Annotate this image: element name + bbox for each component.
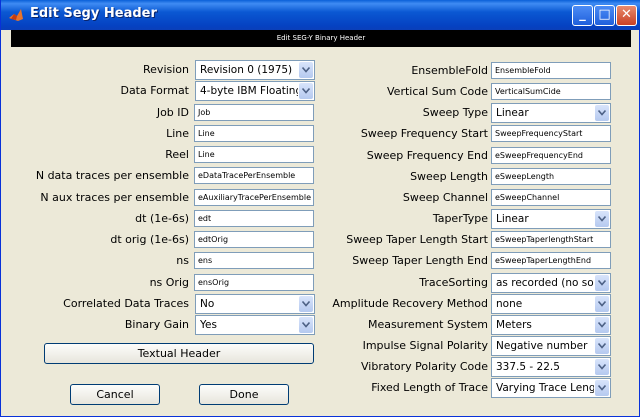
- minimize-button[interactable]: _: [572, 5, 593, 26]
- sweep-type-label: Sweep Type: [422, 106, 488, 120]
- sweep-frequency-start-label: Sweep Frequency Start: [360, 127, 488, 141]
- fixed-length-of-trace-popup[interactable]: Varying Trace Length: [491, 378, 611, 399]
- sweep-channel-field[interactable]: eSweepChannel: [491, 188, 611, 206]
- measurement-system-popup[interactable]: Meters: [491, 314, 611, 335]
- measurement-system-selected-value: Meters: [496, 318, 532, 331]
- binary-gain-label: Binary Gain: [124, 318, 189, 331]
- n-aux-traces-per-ensemble-label: N aux traces per ensemble: [40, 190, 189, 204]
- correlated-data-traces-label: Correlated Data Traces: [63, 296, 189, 310]
- tapertype-popup[interactable]: Linear: [491, 209, 611, 230]
- fixed-length-of-trace-label: Fixed Length of Trace: [371, 381, 488, 395]
- n-data-traces-per-ensemble-label: N data traces per ensemble: [35, 169, 189, 183]
- job-id-label: Job ID: [156, 105, 189, 119]
- sweep-taper-length-end-label: Sweep Taper Length End: [352, 254, 488, 268]
- chevron-down-icon[interactable]: [595, 316, 609, 333]
- cancel-button[interactable]: Cancel: [70, 384, 160, 405]
- chevron-down-icon[interactable]: [595, 211, 609, 228]
- chevron-down-icon[interactable]: [595, 274, 609, 291]
- tapertype-selected-value: Linear: [496, 213, 529, 226]
- sweep-frequency-end-label: Sweep Frequency End: [366, 148, 488, 162]
- amplitude-recovery-method-label: Amplitude Recovery Method: [332, 296, 488, 310]
- ns-orig-label: ns Orig: [149, 275, 189, 289]
- matlab-icon: [9, 9, 23, 21]
- sweep-length-label: Sweep Length: [410, 169, 488, 183]
- chevron-down-icon[interactable]: [595, 380, 609, 397]
- sweep-type-popup[interactable]: Linear: [491, 103, 611, 124]
- binary-header-banner: Edit SEG-Y Binary Header: [11, 30, 631, 47]
- close-button[interactable]: ✕: [616, 5, 637, 26]
- fixed-length-of-trace-selected-value: Varying Trace Length: [496, 382, 594, 395]
- tracesorting-label: TraceSorting: [419, 275, 488, 289]
- sweep-taper-length-end-field[interactable]: eSweepTaperLengthEnd: [491, 252, 611, 270]
- textual-header-button[interactable]: Textual Header: [44, 343, 314, 364]
- line-label: Line: [166, 126, 189, 140]
- chevron-down-icon[interactable]: [595, 105, 609, 122]
- data-format-label: Data Format: [120, 84, 189, 98]
- vertical-sum-code-label: Vertical Sum Code: [387, 85, 488, 99]
- sweep-taper-length-start-field[interactable]: eSweepTaperlengthStart: [491, 231, 611, 249]
- sweep-length-field[interactable]: eSweepLength: [491, 167, 611, 185]
- amplitude-recovery-method-selected-value: none: [496, 297, 523, 310]
- sweep-frequency-start-field[interactable]: SweepFrequencyStart: [491, 125, 611, 143]
- ensemblefold-label: EnsembleFold: [411, 64, 488, 77]
- measurement-system-label: Measurement System: [367, 317, 488, 331]
- title-bar[interactable]: Edit Segy Header _ □ ✕: [1, 0, 640, 30]
- vertical-sum-code-field[interactable]: VerticalSumCide: [491, 83, 611, 101]
- edit-segy-header-window: Edit Segy Header _ □ ✕ Edit SEG-Y Binary…: [0, 0, 640, 417]
- dt-orig-1e-6s-label: dt orig (1e-6s): [110, 233, 189, 246]
- ns-label: ns: [176, 254, 189, 268]
- vibratory-polarity-code-selected-value: 337.5 - 22.5: [496, 361, 560, 374]
- sweep-type-selected-value: Linear: [496, 107, 529, 120]
- done-button[interactable]: Done: [199, 384, 289, 405]
- reel-label: Reel: [165, 148, 189, 161]
- dt-1e-6s-label: dt (1e-6s): [135, 211, 189, 225]
- tracesorting-selected-value: as recorded (no sor...: [496, 276, 594, 289]
- window-title: Edit Segy Header: [30, 6, 157, 21]
- ensemblefold-field[interactable]: EnsembleFold: [491, 62, 611, 79]
- maximize-button[interactable]: □: [594, 5, 615, 26]
- impulse-signal-polarity-selected-value: Negative number: [496, 339, 588, 352]
- chevron-down-icon[interactable]: [595, 359, 609, 376]
- sweep-taper-length-start-label: Sweep Taper Length Start: [346, 233, 488, 247]
- chevron-down-icon[interactable]: [595, 295, 609, 312]
- sweep-channel-label: Sweep Channel: [402, 190, 488, 204]
- vibratory-polarity-code-popup[interactable]: 337.5 - 22.5: [491, 357, 611, 378]
- impulse-signal-polarity-popup[interactable]: Negative number: [491, 335, 611, 356]
- revision-label: Revision: [143, 63, 189, 76]
- chevron-down-icon[interactable]: [595, 337, 609, 354]
- sweep-frequency-end-field[interactable]: eSweepFrequencyEnd: [491, 146, 611, 164]
- tracesorting-popup[interactable]: as recorded (no sor...: [491, 272, 611, 293]
- amplitude-recovery-method-popup[interactable]: none: [491, 293, 611, 314]
- tapertype-label: TaperType: [432, 212, 488, 226]
